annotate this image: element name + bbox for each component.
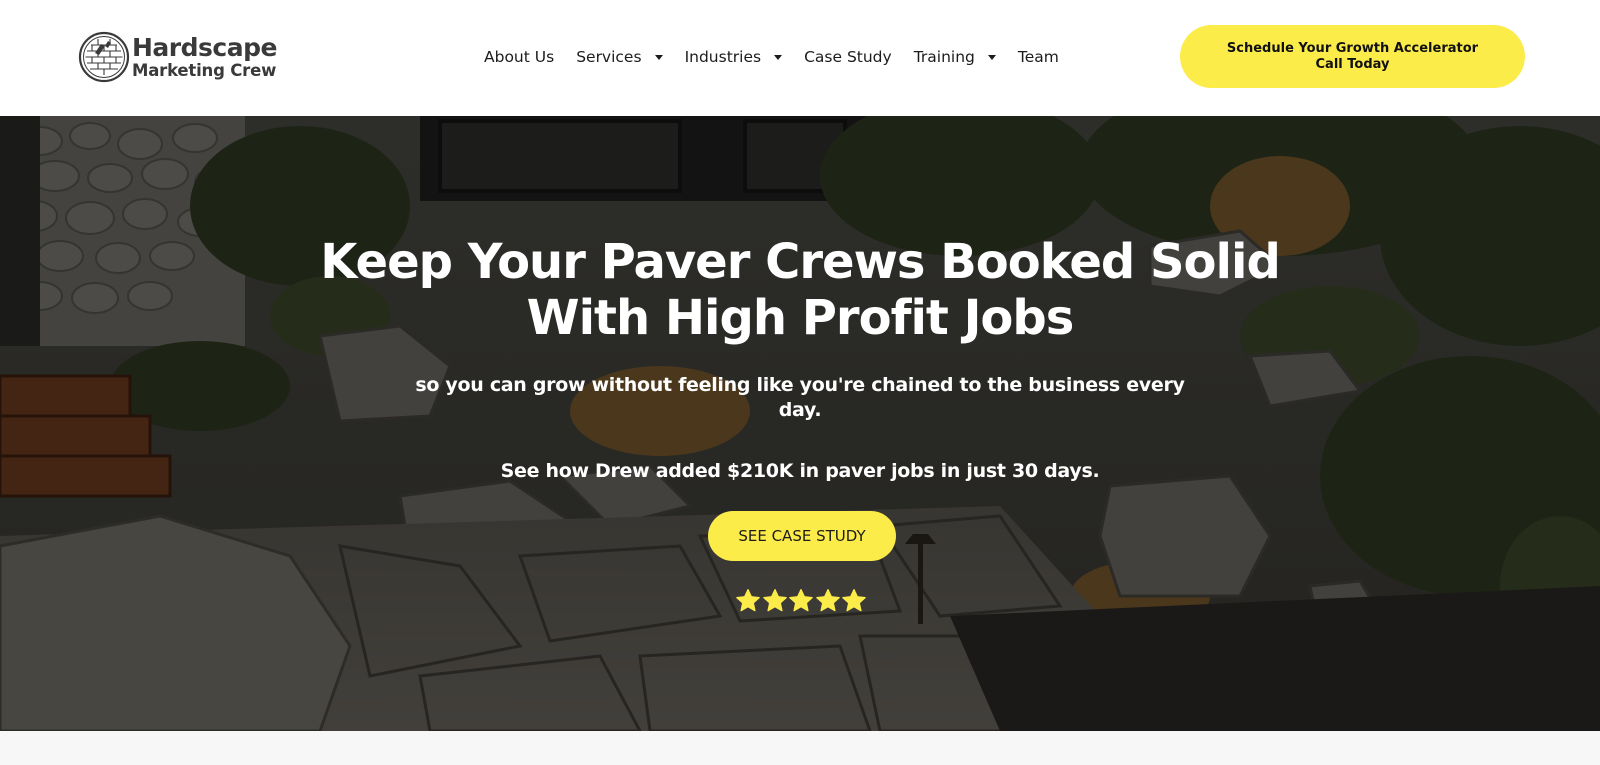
star-icon — [789, 588, 813, 612]
nav-item-team[interactable]: Team — [1018, 48, 1059, 66]
star-rating — [735, 588, 867, 616]
nav-label: Training — [913, 48, 975, 66]
nav-label: Industries — [684, 48, 762, 66]
hero-headline: Keep Your Paver Crews Booked Solid With … — [300, 234, 1300, 346]
hero-subheadline: so you can grow without feeling like you… — [415, 374, 1185, 421]
hero-headline-line2: With High Profit Jobs — [526, 290, 1075, 346]
caret-down-icon — [654, 54, 663, 60]
star-icon — [762, 588, 787, 612]
next-section-top — [0, 731, 1600, 765]
caret-down-icon — [987, 54, 996, 60]
nav-item-case-study[interactable]: Case Study — [804, 48, 892, 66]
paver-circle-logo-icon — [78, 31, 130, 83]
logo-wordmark-primary: Hardscape — [132, 32, 277, 62]
nav-item-training[interactable]: Training — [914, 48, 996, 66]
see-case-study-button[interactable]: SEE CASE STUDY — [708, 511, 896, 561]
nav-item-about-us[interactable]: About Us — [484, 48, 554, 66]
site-header: Hardscape Marketing Crew About Us Servic… — [0, 0, 1600, 116]
nav-label: Case Study — [804, 48, 892, 66]
hero-section: Keep Your Paver Crews Booked Solid With … — [0, 116, 1600, 731]
star-icon — [736, 588, 760, 612]
nav-label: About Us — [484, 48, 555, 66]
nav-item-services[interactable]: Services — [576, 48, 663, 66]
hero-headline-line1: Keep Your Paver Crews Booked Solid — [320, 234, 1281, 290]
caret-down-icon — [774, 54, 783, 60]
site-logo[interactable]: Hardscape Marketing Crew — [78, 30, 277, 84]
nav-item-industries[interactable]: Industries — [685, 48, 783, 66]
star-icon — [842, 588, 866, 612]
hero-overlay — [0, 116, 1600, 731]
main-nav: About Us Services Industries Case Study … — [484, 44, 1059, 70]
nav-label: Services — [576, 48, 642, 66]
star-icon — [815, 588, 840, 612]
nav-label: Team — [1017, 48, 1059, 66]
hero-proof-text: See how Drew added $210K in paver jobs i… — [500, 460, 1100, 482]
logo-wordmark-secondary: Marketing Crew — [132, 60, 277, 80]
schedule-call-button[interactable]: Schedule Your Growth Accelerator Call To… — [1180, 25, 1525, 88]
